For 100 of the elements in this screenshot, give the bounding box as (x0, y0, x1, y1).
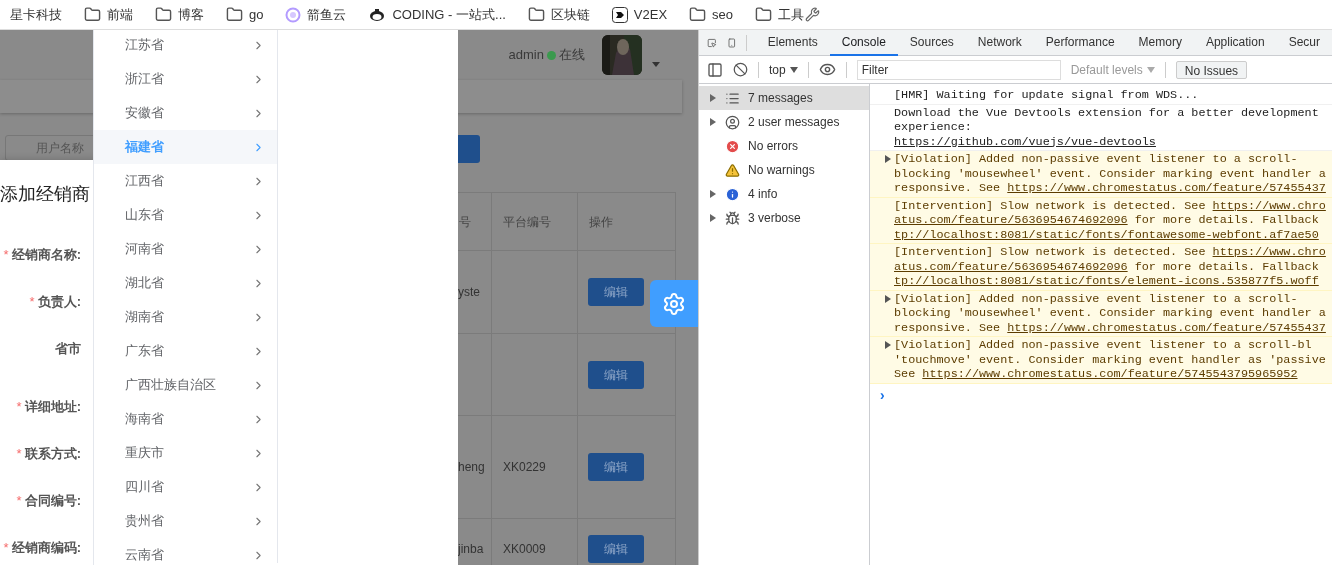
info-icon (725, 186, 740, 202)
wrench-icon (805, 7, 821, 22)
console-link[interactable]: https://www.chro (1212, 245, 1326, 260)
cascader-option[interactable]: 山东省 (94, 198, 277, 232)
devtools-tab[interactable]: Elements (755, 29, 830, 56)
console-text: See (894, 367, 917, 382)
filter-field[interactable]: Filter (856, 59, 1061, 80)
cascader-option[interactable]: 广东省 (94, 334, 277, 368)
bug-icon (725, 210, 740, 226)
field-label: 省市 (55, 340, 81, 358)
sidebar-item[interactable]: 4 info (699, 182, 869, 206)
table-cell-text: jinba (458, 540, 484, 558)
bookmark[interactable]: CODING - 一站式... (392, 4, 506, 25)
folder-icon (155, 6, 172, 23)
edit-button[interactable]: 编辑 (588, 278, 644, 306)
devtools-tab[interactable]: Sources (897, 29, 966, 56)
console-text: [Intervention] Slow network is detected. See (894, 245, 1207, 260)
field-label: 合同编号: (24, 492, 81, 510)
bookmark[interactable]: seo (712, 4, 734, 25)
sidebar-item[interactable]: 3 verbose (699, 206, 869, 230)
table-cell-text: yste (458, 284, 480, 301)
devtools-tab[interactable]: Network (965, 29, 1034, 56)
bookmark[interactable]: 箭鱼云 (307, 4, 347, 25)
bookmark[interactable]: go (249, 4, 264, 25)
bookmark[interactable]: 博客 (178, 4, 204, 25)
console-text: Download the Vue Devtools extension for a better development (894, 105, 1319, 120)
cascader-option[interactable]: 四川省 (94, 470, 277, 504)
devtools-tab[interactable]: Secur (1276, 29, 1332, 56)
bookmark[interactable]: V2EX (633, 4, 668, 25)
bookmark[interactable]: 前端 (107, 4, 133, 25)
error-icon (725, 138, 740, 154)
expand-icon[interactable] (884, 341, 892, 350)
field-label: 联系方式: (24, 445, 81, 463)
cascader-option[interactable]: 贵州省 (94, 504, 277, 538)
caret-icon (1146, 66, 1155, 73)
console-link[interactable]: atus.com/feature/5636954674692096 (894, 259, 1128, 274)
folder-icon (755, 6, 773, 23)
folder-icon (527, 6, 545, 23)
bookmark[interactable]: 星卡科技 (10, 4, 62, 25)
expand-icon[interactable] (884, 294, 892, 303)
cascader-option[interactable]: 云南省 (94, 538, 277, 565)
expand-icon[interactable] (709, 214, 717, 222)
caret-icon[interactable] (652, 61, 660, 67)
console-prompt[interactable]: › (870, 383, 1332, 407)
cascader-option[interactable]: 江西省 (94, 164, 277, 198)
sidebar-item[interactable]: No warnings (699, 158, 869, 182)
eye-icon[interactable] (818, 61, 836, 78)
devtools-tab[interactable]: Application (1193, 29, 1277, 56)
status-text: 在线 (559, 46, 585, 65)
mascot-icon (368, 7, 387, 22)
console-text: responsive. See (894, 320, 1002, 335)
console-link[interactable]: https://www.chro (1212, 198, 1326, 213)
required-mark: * (16, 445, 22, 463)
table-cell-text: XK0009 (503, 540, 546, 558)
devtools-tab[interactable]: Memory (1126, 29, 1194, 56)
edit-button[interactable]: 编辑 (588, 453, 644, 481)
cascader-option[interactable]: 海南省 (94, 402, 277, 436)
edit-button[interactable]: 编辑 (588, 534, 644, 563)
devtools-tab[interactable]: Performance (1033, 29, 1127, 56)
console-text: [Violation] Added non-passive event listener to a scroll- (894, 152, 1298, 167)
cascader-option[interactable]: 广西壮族自治区 (94, 368, 277, 402)
logo-icon (611, 6, 628, 23)
clear-icon[interactable] (733, 62, 748, 77)
cascader-option[interactable]: 安徽省 (94, 96, 277, 130)
console-link[interactable]: tp://localhost:8081/static/fonts/element-icons.535877f5.woff (894, 274, 1319, 289)
sidebar-item[interactable]: 7 messages (699, 86, 869, 110)
console-link[interactable]: https://www.chromestatus.com/feature/57455437 (1007, 320, 1326, 335)
bookmark[interactable]: 区块链 (550, 4, 590, 25)
console-text: responsive. See (894, 181, 1002, 196)
cascader-option[interactable]: 江苏省 (94, 30, 277, 62)
console-text: for more details. Fallback (1133, 259, 1319, 274)
caret-icon (789, 66, 798, 73)
column-header: 操作 (589, 213, 613, 231)
folder-icon (689, 6, 707, 23)
user-icon (725, 114, 740, 130)
cascader-option[interactable]: 湖南省 (94, 300, 277, 334)
context-select[interactable]: top (769, 60, 798, 79)
devtools-tab[interactable]: Console (829, 29, 898, 56)
expand-icon[interactable] (709, 94, 717, 102)
expand-icon[interactable] (884, 155, 892, 164)
cascader-option[interactable]: 湖北省 (94, 266, 277, 300)
console-link[interactable]: atus.com/feature/5636954674692096 (894, 213, 1128, 228)
sidebar-item[interactable]: No errors (699, 134, 869, 158)
console-link[interactable]: https://github.com/vuejs/vue-devtools (894, 134, 1156, 149)
edit-button[interactable]: 编辑 (588, 360, 644, 389)
expand-icon[interactable] (709, 190, 717, 198)
console-link[interactable]: https://www.chromestatus.com/feature/5745543795965952 (922, 367, 1298, 382)
folder-icon (226, 6, 243, 23)
sidebar-item[interactable]: 2 user messages (699, 110, 869, 134)
cascader-option[interactable]: 重庆市 (94, 436, 277, 470)
console-link[interactable]: tp://localhost:8081/static/fonts/fontawesome-webfont.af7ae50 (894, 227, 1319, 242)
console-link[interactable]: https://www.chromestatus.com/feature/57455437 (1007, 181, 1326, 196)
issues-button[interactable]: No Issues (1175, 60, 1248, 79)
sidebar-toggle-icon[interactable] (707, 61, 723, 78)
field-label: 详细地址: (24, 398, 81, 416)
expand-icon[interactable] (709, 118, 717, 126)
bookmark[interactable]: 工具 (778, 4, 805, 25)
cascader-option[interactable]: 浙江省 (94, 62, 277, 96)
cascader-option[interactable]: 河南省 (94, 232, 277, 266)
settings-button[interactable] (650, 280, 698, 327)
